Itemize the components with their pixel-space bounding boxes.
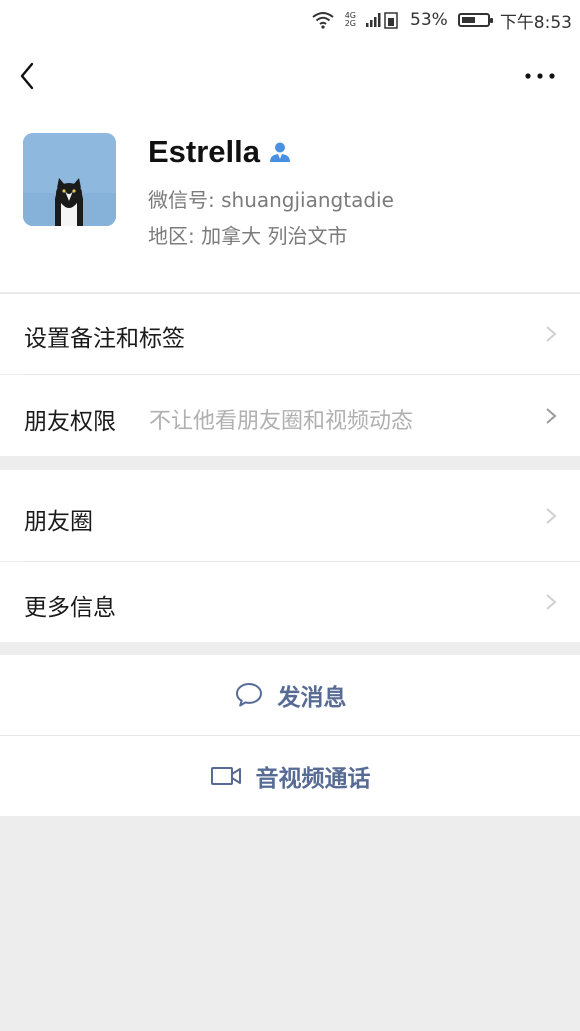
row-permissions-value: 不让他看朋友圈和视频动态: [149, 409, 414, 434]
network-bottom: 2G: [344, 19, 357, 28]
profile-header: Estrella 微信号: shuangjiangtadie 地区: 加拿大 列…: [0, 112, 580, 292]
send-message-label: 发消息: [277, 685, 347, 711]
video-call-label: 音视频通话: [255, 766, 371, 792]
send-message-content: 发消息: [0, 655, 580, 735]
wechat-id: 微信号: shuangjiangtadie: [148, 188, 394, 212]
row-moments-label: 朋友圈: [24, 509, 93, 535]
battery-icon: [457, 13, 493, 27]
chat-bubble-icon: [235, 683, 262, 707]
chevron-right-icon: [546, 594, 557, 610]
chevron-left-icon: [20, 62, 34, 90]
chevron-right-icon: [546, 408, 557, 424]
row-more-info-label: 更多信息: [24, 595, 116, 621]
row-more-info[interactable]: 更多信息: [0, 562, 580, 642]
nav-bar: [0, 40, 580, 112]
row-friend-permissions[interactable]: 朋友权限 不让他看朋友圈和视频动态: [0, 375, 580, 456]
more-button[interactable]: [522, 60, 558, 92]
avatar-cat-image: [23, 133, 116, 226]
network-type: 4G 2G: [345, 12, 356, 28]
more-dots-icon: [525, 73, 555, 79]
wifi-icon: [312, 12, 334, 29]
status-bar-right: 4G 2G 53% 下午8:53: [311, 0, 572, 40]
chevron-right-icon: [546, 508, 557, 524]
clock: 下午8:53: [499, 12, 572, 33]
person-icon: [270, 142, 291, 162]
video-call-content: 音视频通话: [0, 736, 580, 816]
profile-name: Estrella: [148, 134, 261, 169]
avatar[interactable]: [23, 133, 116, 226]
send-message-button[interactable]: 发消息: [0, 655, 580, 735]
status-bar: 4G 2G 53% 下午8:53: [0, 0, 580, 40]
back-button[interactable]: [12, 56, 48, 96]
row-remark-label: 设置备注和标签: [24, 326, 185, 352]
video-call-button[interactable]: 音视频通话: [0, 736, 580, 816]
row-permissions-label: 朋友权限: [24, 409, 116, 435]
region: 地区: 加拿大 列治文市: [148, 224, 348, 248]
signal-icon: [366, 12, 398, 29]
name-row: Estrella: [148, 134, 292, 170]
battery-fill: [461, 17, 475, 23]
chevron-right-icon: [546, 326, 557, 342]
row-moments[interactable]: 朋友圈: [0, 470, 580, 561]
video-camera-icon: [210, 767, 241, 785]
battery-percent: 53%: [410, 10, 448, 30]
row-remark-tags[interactable]: 设置备注和标签: [0, 294, 580, 374]
